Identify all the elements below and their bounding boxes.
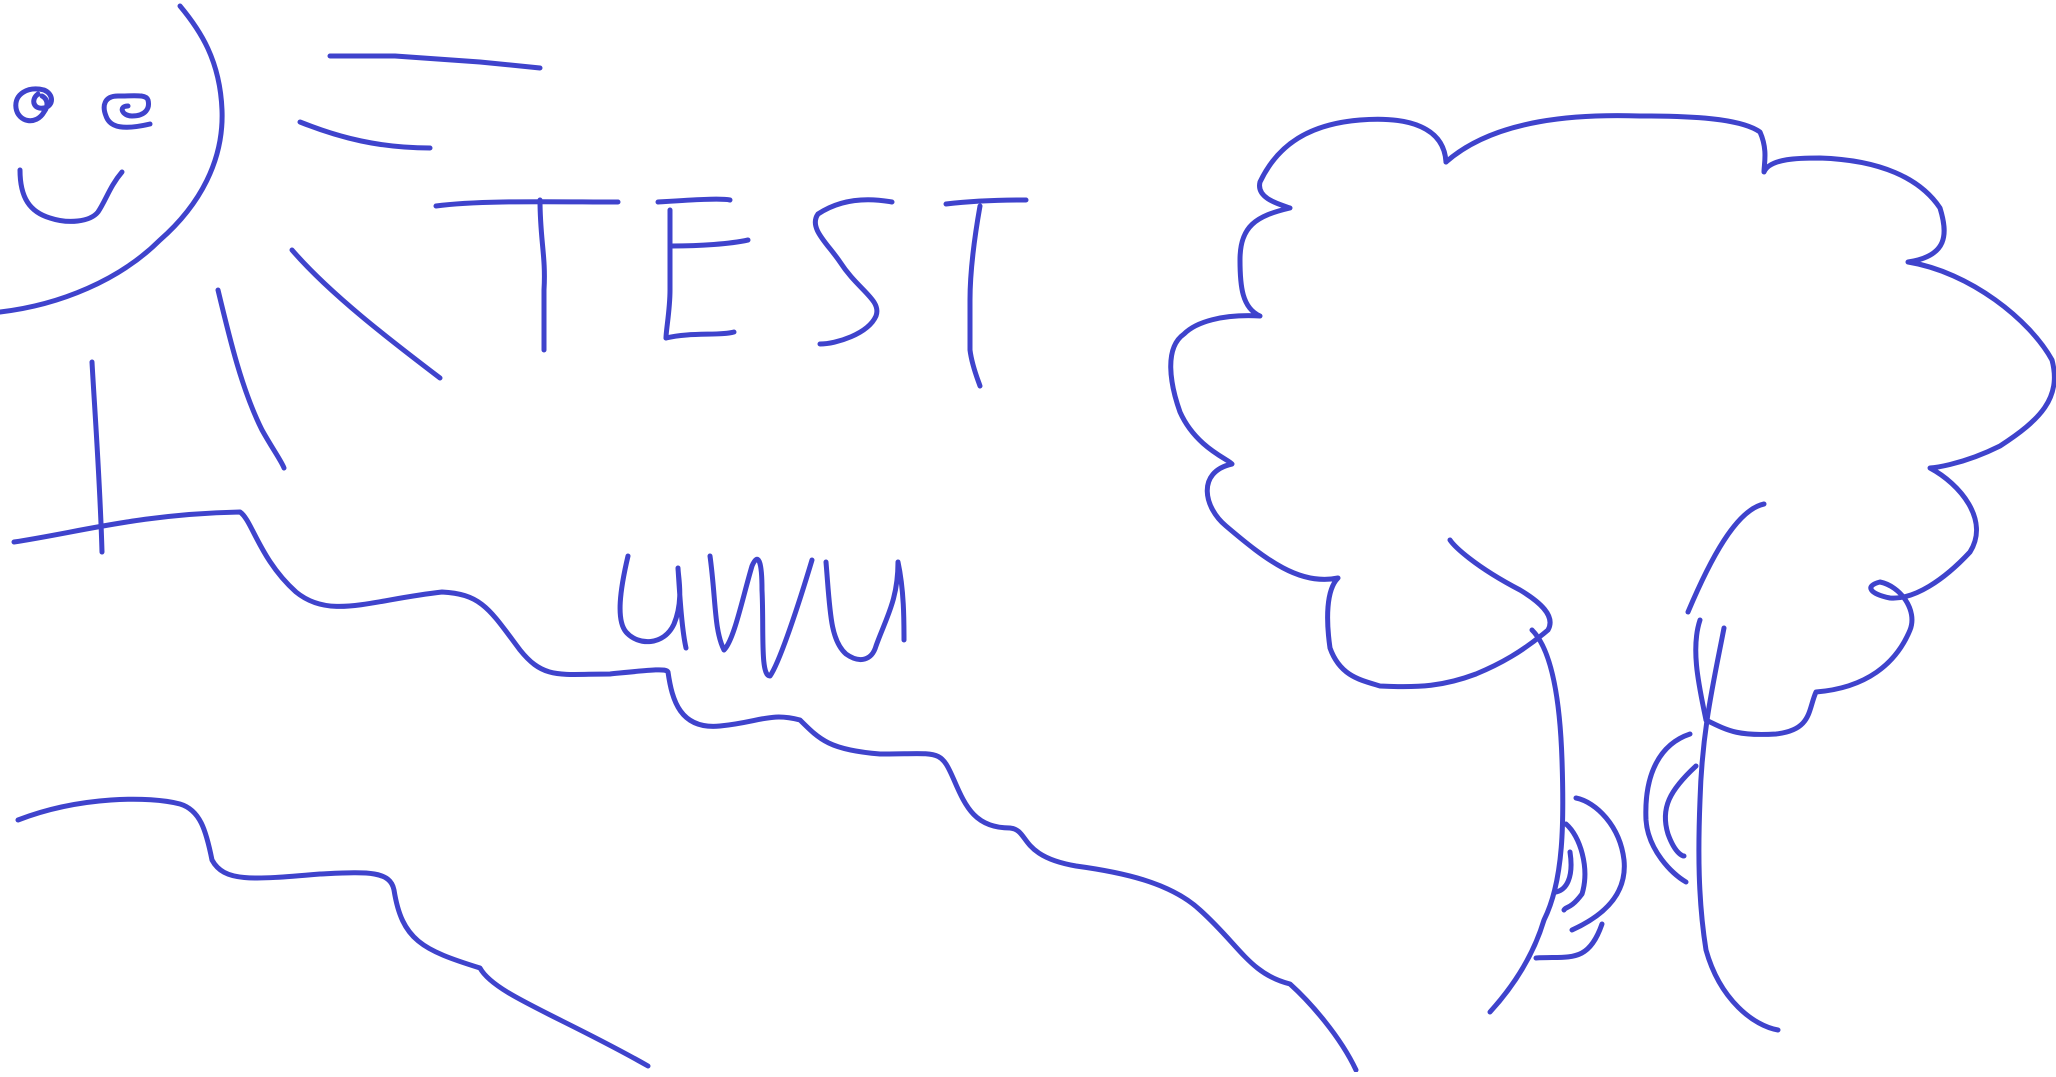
tree-bark-detail (1569, 795, 1627, 933)
sun-left-eye-stroke (13, 86, 54, 124)
letter-t1-bar (433, 199, 621, 209)
letter-t1-stem (537, 197, 547, 353)
tree-bark-detail-6 (1533, 921, 1605, 961)
sun-right-eye-stroke (101, 93, 153, 130)
wavy-ground-lines (11, 509, 1359, 1073)
letter-t2-stem (967, 203, 983, 389)
letter-u2 (823, 559, 907, 663)
tree-bark-detail-4 (1662, 763, 1699, 859)
sun-ray-stroke-5 (89, 359, 105, 555)
sun-ray-stroke-2 (297, 119, 433, 151)
letter-u1 (617, 553, 689, 651)
letter-e-bottom (663, 329, 737, 341)
letter-s (812, 197, 895, 347)
sun-doodle (0, 3, 543, 555)
tree-bark-detail-2 (1561, 821, 1588, 913)
handwritten-word-uwu (617, 553, 907, 679)
sun-ray-stroke-1 (327, 53, 543, 71)
tree-trunk-right (1696, 625, 1781, 1033)
tree-branch-left (1693, 617, 1709, 723)
tree-trunk-left (1487, 627, 1566, 1015)
upper-wavy-line (11, 509, 1359, 1073)
tree-branch-right (1685, 501, 1767, 615)
tree-doodle (1168, 113, 2056, 1033)
letter-w (707, 553, 815, 679)
handwritten-word-test (433, 196, 1029, 389)
letter-e-middle (669, 237, 751, 249)
sun-ray-stroke-4 (215, 287, 287, 471)
lower-wavy-line (15, 796, 651, 1069)
sun-smile-stroke (17, 167, 125, 224)
freehand-sketch (0, 3, 2056, 1073)
sun-outline-stroke (0, 3, 225, 315)
tree-canopy-outline (1168, 116, 1553, 690)
letter-e-top (655, 196, 733, 205)
letter-e-spine (663, 207, 673, 341)
letter-t2-bar (943, 197, 1029, 207)
sun-ray-stroke-3 (289, 247, 443, 381)
drawing-canvas[interactable] (0, 0, 2056, 1073)
